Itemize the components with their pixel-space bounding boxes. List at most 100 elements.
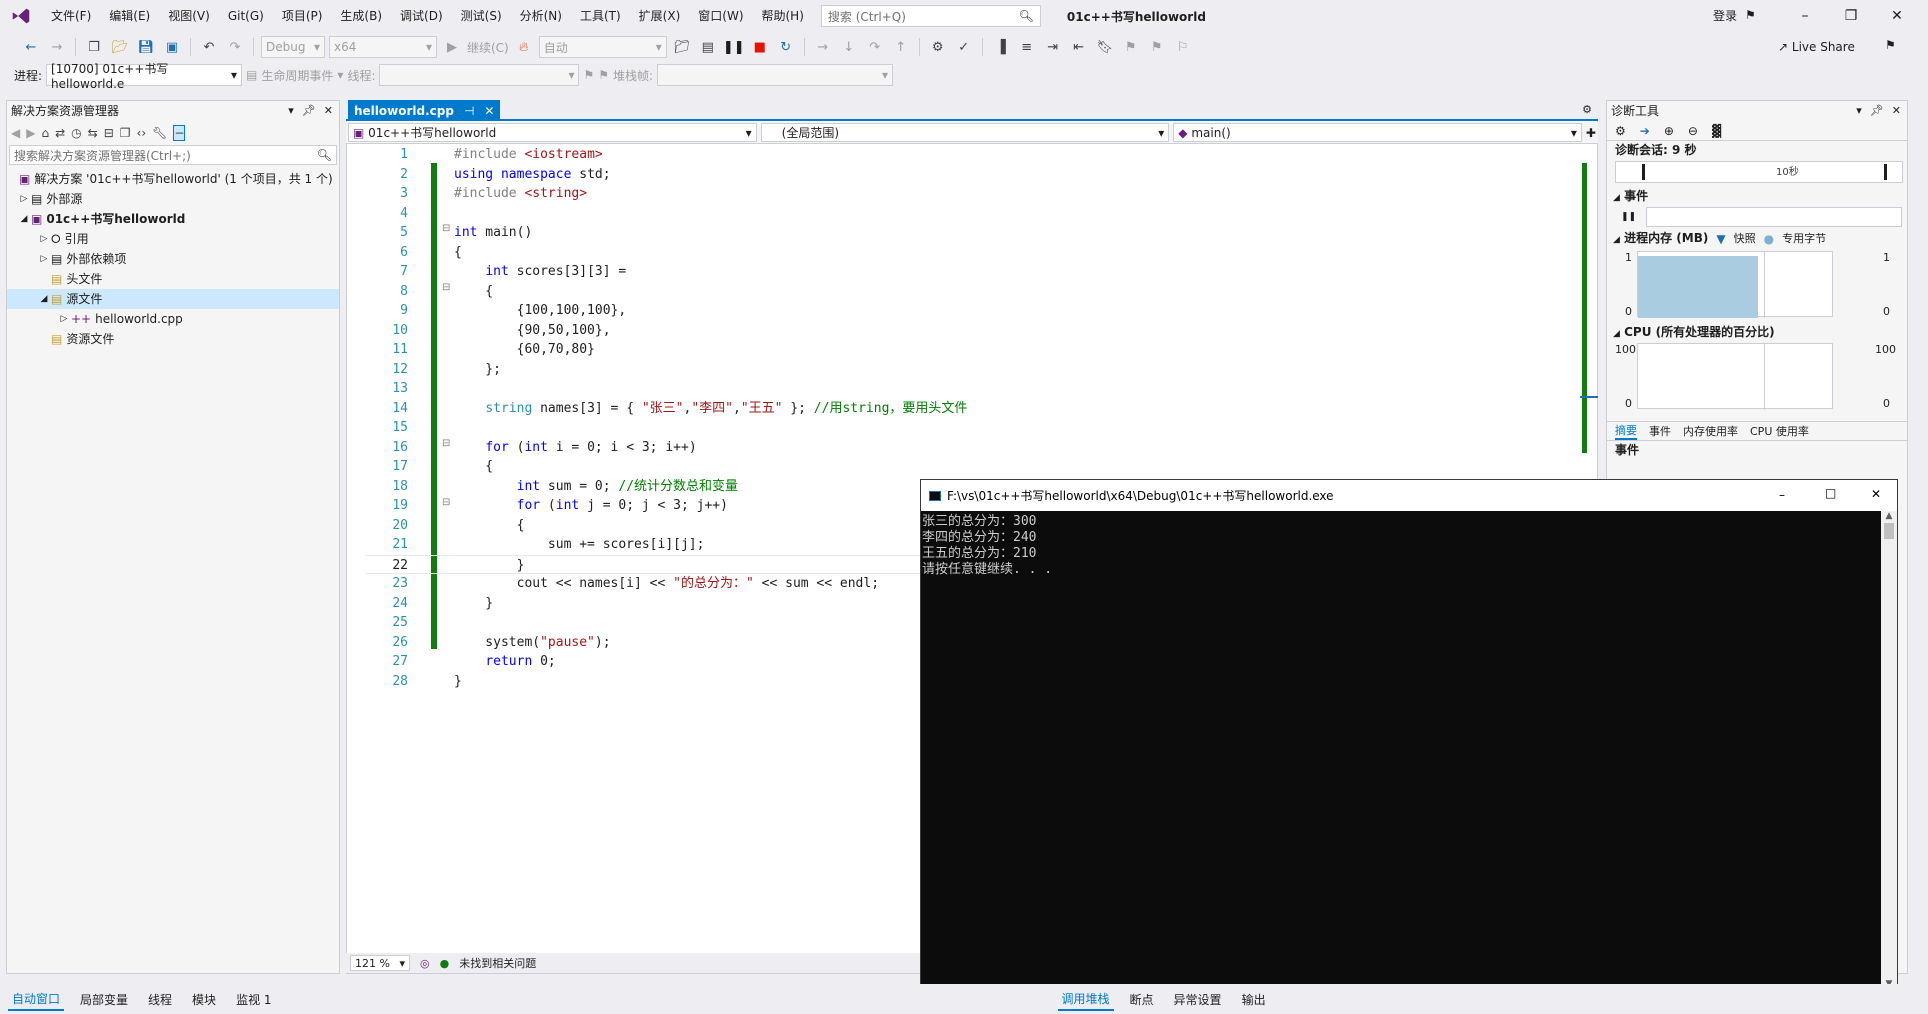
play-icon[interactable]: ▶: [441, 36, 463, 58]
hot-reload-icon[interactable]: 🔥︎: [513, 36, 535, 58]
back-icon[interactable]: ←: [20, 36, 42, 58]
select-tools-icon[interactable]: ▓: [1712, 124, 1721, 138]
copy-icon[interactable]: ❐: [120, 126, 131, 140]
pin-icon[interactable]: ⊣: [464, 104, 474, 118]
close-icon[interactable]: ✕: [324, 101, 333, 121]
memory-section[interactable]: ◢ 进程内存 (MB) ▼ 快照 ● 专用字节: [1607, 229, 1907, 249]
tree-header-files[interactable]: ▤ 头文件: [7, 269, 339, 289]
collapse-icon[interactable]: ⊟: [104, 126, 114, 140]
tree-resource-files[interactable]: ▤ 资源文件: [7, 329, 339, 349]
person-icon[interactable]: ⚑: [1885, 38, 1896, 52]
login-link[interactable]: 登录: [1713, 0, 1737, 32]
menu-analyze[interactable]: 分析(N): [511, 0, 571, 32]
configuration-dropdown[interactable]: Debug ▾: [261, 36, 325, 58]
menu-tools[interactable]: 工具(T): [571, 0, 630, 32]
menu-file[interactable]: 文件(F): [42, 0, 100, 32]
close-icon[interactable]: ✕: [484, 104, 494, 118]
menu-help[interactable]: 帮助(H): [753, 0, 813, 32]
account-icon[interactable]: ⚑: [1745, 8, 1756, 22]
pin-icon[interactable]: 📌︎: [302, 101, 316, 121]
undo-icon[interactable]: ↶: [198, 36, 220, 58]
tree-helloworld-cpp[interactable]: ▷ ++ helloworld.cpp: [7, 309, 339, 329]
chevron-right-icon[interactable]: ▷: [57, 309, 71, 329]
continue-button[interactable]: 继续(C): [467, 39, 509, 56]
wrench-icon[interactable]: 🔧︎: [152, 126, 167, 140]
gear-icon[interactable]: ⚙: [1582, 103, 1592, 116]
hex-icon[interactable]: ⚙: [927, 36, 949, 58]
tree-solution[interactable]: ▣ 解决方案 '01c++书写helloworld' (1 个项目，共 1 个): [7, 169, 339, 189]
tab-autos[interactable]: 自动窗口: [8, 988, 65, 1011]
code-icon[interactable]: ‹›: [137, 126, 147, 140]
menu-git[interactable]: Git(G): [219, 0, 273, 32]
tab-breakpoints[interactable]: 断点: [1126, 989, 1158, 1010]
history-icon[interactable]: ◷: [71, 126, 81, 140]
tab-threads[interactable]: 线程: [144, 989, 176, 1010]
clear-bookmarks-icon[interactable]: ⚐: [1172, 36, 1194, 58]
stop-icon[interactable]: ■: [749, 36, 771, 58]
dropdown-icon[interactable]: ▾: [288, 101, 294, 121]
events-section[interactable]: ◢ 事件: [1607, 187, 1907, 205]
home-icon[interactable]: ⌂: [41, 126, 49, 140]
back-icon[interactable]: ◀: [11, 126, 20, 140]
tab-call-stack[interactable]: 调用堆栈: [1057, 988, 1114, 1011]
indent-icon[interactable]: ⇥: [1042, 36, 1064, 58]
screen-icon[interactable]: ▤: [697, 36, 719, 58]
nav-project-dropdown[interactable]: ▣ 01c++书写helloworld ▾: [348, 123, 757, 142]
zoom-dropdown[interactable]: 121 % ▾: [350, 955, 410, 971]
menu-view[interactable]: 视图(V): [159, 0, 219, 32]
nav-scope-dropdown[interactable]: (全局范围) ▾: [760, 123, 1170, 142]
forward-icon[interactable]: ▶: [26, 126, 35, 140]
pause-icon[interactable]: ❚❚: [1621, 212, 1636, 222]
folder-icon[interactable]: 📁︎: [671, 36, 693, 58]
process-dropdown[interactable]: [10700] 01c++书写helloworld.e ▾: [46, 62, 243, 91]
tree-references[interactable]: ▷ ⭘ 引用: [7, 229, 339, 249]
tab-cpu-usage[interactable]: CPU 使用率: [1750, 423, 1809, 439]
platform-dropdown[interactable]: x64 ▾: [329, 36, 437, 58]
tree-source-files[interactable]: ◢ ▤ 源文件: [7, 289, 339, 309]
next-bookmark-icon[interactable]: ⚑: [1146, 36, 1168, 58]
menu-project[interactable]: 项目(P): [273, 0, 332, 32]
tree-project[interactable]: ◢ ▣ 01c++书写helloworld: [7, 209, 339, 229]
menu-window[interactable]: 窗口(W): [689, 0, 752, 32]
nav-function-dropdown[interactable]: ◆ main() ▾: [1173, 123, 1582, 142]
step-over-icon[interactable]: ↷: [864, 36, 886, 58]
auto-dropdown[interactable]: 自动 ▾: [538, 36, 667, 58]
collapse-icon[interactable]: ⊟: [442, 223, 450, 234]
flag-icon[interactable]: ⚑: [583, 68, 594, 82]
console-titlebar[interactable]: F:\vs\01c++书写helloworld\x64\Debug\01c++书…: [921, 480, 1897, 511]
tab-summary[interactable]: 摘要: [1615, 422, 1637, 440]
open-folder-icon[interactable]: 📂︎: [109, 36, 131, 58]
chevron-right-icon[interactable]: ▷: [17, 189, 31, 209]
breakpoint-window-icon[interactable]: ▐: [990, 36, 1012, 58]
memory-graph[interactable]: 1 0 1 0: [1607, 249, 1907, 319]
menu-edit[interactable]: 编辑(E): [100, 0, 159, 32]
solution-search-input[interactable]: 搜索解决方案资源管理器(Ctrl+;) 🔍︎: [9, 145, 337, 165]
console-scrollbar[interactable]: ▲ ▼: [1881, 511, 1897, 989]
chevron-down-icon[interactable]: ◢: [17, 209, 31, 229]
timeline[interactable]: 10秒: [1615, 161, 1903, 183]
live-share-button[interactable]: ↗ Live Share: [1778, 32, 1855, 62]
console-window[interactable]: F:\vs\01c++书写helloworld\x64\Debug\01c++书…: [920, 479, 1898, 990]
menu-debug[interactable]: 调试(D): [391, 0, 452, 32]
sync-icon[interactable]: ⇆: [88, 126, 98, 140]
tab-helloworld-cpp[interactable]: helloworld.cpp ⊣ ✕: [348, 100, 501, 121]
export-icon[interactable]: ➔: [1640, 124, 1650, 138]
flag-all-icon[interactable]: ⚑: [598, 68, 609, 82]
bookmark-icon[interactable]: 🔖︎: [1094, 36, 1116, 58]
switch-view-icon[interactable]: ⇄: [55, 126, 65, 140]
step-out-icon[interactable]: ↑: [890, 36, 912, 58]
close-icon[interactable]: ✕: [1892, 101, 1901, 121]
cpu-graph[interactable]: 100 0 100 0: [1607, 341, 1907, 411]
scroll-up-icon[interactable]: ▲: [1881, 511, 1897, 521]
save-all-icon[interactable]: ▣: [161, 36, 183, 58]
tab-memory-usage[interactable]: 内存使用率: [1683, 423, 1738, 439]
thread-dropdown[interactable]: ▾: [379, 64, 580, 86]
preview-icon[interactable]: −: [173, 125, 186, 141]
prev-bookmark-icon[interactable]: ⚑: [1120, 36, 1142, 58]
restore-button[interactable]: ❐: [1828, 0, 1874, 32]
tree-external-deps[interactable]: ▷ ▤ 外部依赖项: [7, 249, 339, 269]
save-icon[interactable]: 💾︎: [135, 36, 157, 58]
tab-output[interactable]: 输出: [1238, 989, 1270, 1010]
pin-icon[interactable]: 📌︎: [1870, 101, 1884, 121]
split-icon[interactable]: ✚: [1586, 126, 1596, 140]
